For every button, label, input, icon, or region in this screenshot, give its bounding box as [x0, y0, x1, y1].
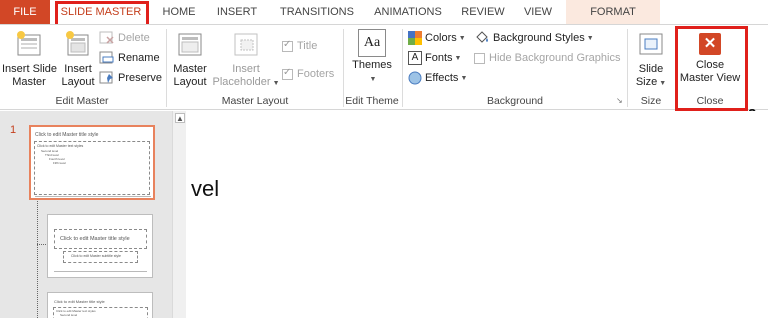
- group-label-size: Size: [640, 95, 662, 107]
- chevron-down-icon: ▼: [659, 80, 667, 87]
- preserve-button[interactable]: Preserve: [99, 69, 162, 87]
- powerpoint-window: FILE SLIDE MASTER HOME INSERT TRANSITION…: [0, 0, 768, 318]
- footers-checkbox[interactable]: Footers: [282, 65, 334, 83]
- layout-thumbnail[interactable]: Click to edit Master title style Click t…: [47, 214, 153, 278]
- master-thumbnail-title: Click to edit Master title style: [35, 132, 99, 138]
- master-thumbnail-text: Click to edit Master text styles: [37, 144, 84, 148]
- background-styles-button[interactable]: Background Styles ▼: [474, 29, 594, 47]
- tab-animations[interactable]: ANIMATIONS: [367, 0, 449, 24]
- hide-background-graphics-label: Hide Background Graphics: [489, 52, 621, 64]
- master-layout-label-2: Layout: [173, 76, 207, 88]
- layout-thumbnail-subtitle: Click to edit Master subtitle style: [71, 254, 121, 258]
- group-separator: [402, 29, 403, 107]
- fonts-icon: A: [408, 51, 422, 65]
- insert-layout-button[interactable]: Insert Layout: [60, 29, 96, 89]
- master-layout-label-1: Master: [173, 63, 207, 75]
- rename-label: Rename: [118, 52, 160, 64]
- chevron-down-icon: ▼: [586, 34, 594, 42]
- scroll-up-arrow-icon[interactable]: ▲: [175, 113, 185, 123]
- group-label-master-layout: Master Layout: [221, 95, 289, 107]
- insert-placeholder-icon: [234, 33, 258, 56]
- master-thumbnail-footer: [35, 196, 151, 197]
- dialog-launcher-icon[interactable]: ↘: [616, 96, 623, 105]
- effects-icon: [408, 71, 422, 85]
- background-styles-label: Background Styles: [493, 32, 585, 44]
- themes-button[interactable]: Aa Themes ▼: [347, 29, 397, 86]
- thumbnail-scrollbar[interactable]: ▲: [172, 111, 186, 318]
- tab-format[interactable]: FORMAT: [566, 0, 660, 24]
- effects-label: Effects: [425, 72, 459, 84]
- paint-bucket-icon: [476, 31, 488, 43]
- tab-review[interactable]: REVIEW: [457, 0, 509, 24]
- slide-size-button[interactable]: Slide Size ▼: [630, 29, 672, 90]
- group-label-background: Background: [486, 95, 544, 107]
- master-layout-icon: [178, 33, 202, 56]
- slide-number: 1: [10, 124, 17, 136]
- layout-thumbnail-level-2: Second level: [60, 313, 78, 317]
- chevron-down-icon: ▼: [272, 80, 280, 87]
- rename-icon: [99, 51, 114, 64]
- delete-button[interactable]: Delete: [99, 29, 150, 47]
- preserve-label: Preserve: [118, 72, 163, 84]
- layout-connector-branch: [37, 244, 46, 245]
- colors-palette-icon: [408, 31, 422, 45]
- tab-view[interactable]: VIEW: [518, 0, 558, 24]
- tab-insert[interactable]: INSERT: [210, 0, 264, 24]
- preserve-pin-icon: [99, 71, 113, 84]
- callout-box-close-master-view: [675, 26, 748, 111]
- layout-thumbnail-title: Click to edit Master title style: [60, 236, 130, 242]
- insert-slide-master-label-2: Master: [12, 76, 46, 88]
- chevron-down-icon: ▼: [460, 74, 468, 82]
- insert-layout-label-2: Layout: [61, 76, 95, 88]
- insert-slide-master-label-1: Insert Slide: [2, 63, 58, 75]
- slide-size-label-1: Slide: [638, 63, 664, 75]
- footers-check-icon: [282, 67, 293, 80]
- layout-thumbnail-title: Click to edit Master title style: [54, 299, 105, 304]
- effects-button[interactable]: Effects ▼: [408, 69, 467, 87]
- tab-home[interactable]: HOME: [156, 0, 202, 24]
- insert-placeholder-label-1: Insert: [232, 63, 260, 75]
- themes-label: Themes: [352, 59, 392, 71]
- insert-slide-master-button[interactable]: Insert Slide Master: [2, 29, 58, 89]
- title-check-icon: [282, 39, 293, 52]
- insert-placeholder-label-2: Placeholder: [212, 76, 271, 88]
- layout-connector: [37, 201, 38, 318]
- title-checkbox-label: Title: [297, 40, 318, 52]
- colors-label: Colors: [425, 32, 457, 44]
- slide-size-icon: [639, 33, 663, 55]
- footers-checkbox-label: Footers: [297, 68, 335, 80]
- slide-thumbnail-pane: 1 Click to edit Master title style Click…: [0, 111, 172, 318]
- rename-button[interactable]: Rename: [99, 49, 160, 67]
- fonts-label: Fonts: [425, 52, 453, 64]
- delete-label: Delete: [118, 32, 150, 44]
- insert-slide-master-icon: [17, 31, 41, 56]
- themes-icon: Aa: [358, 29, 386, 57]
- title-checkbox[interactable]: Title: [282, 37, 317, 55]
- chevron-down-icon: ▼: [458, 34, 466, 42]
- chevron-down-icon: ▼: [454, 54, 462, 62]
- group-label-edit-master: Edit Master: [55, 95, 109, 107]
- tab-transitions[interactable]: TRANSITIONS: [276, 0, 358, 24]
- layout-thumbnail[interactable]: Click to edit Master title style Click t…: [47, 292, 153, 318]
- slide-size-label-2: Size: [635, 76, 658, 88]
- insert-layout-icon: [66, 31, 89, 56]
- slide-editor[interactable]: [187, 111, 768, 318]
- colors-button[interactable]: Colors ▼: [408, 29, 466, 47]
- master-thumbnail-level-5: Fifth level: [53, 161, 66, 165]
- master-layout-button[interactable]: Master Layout: [170, 29, 210, 89]
- group-separator: [166, 29, 167, 107]
- slide-body-text[interactable]: vel: [191, 176, 219, 202]
- hide-background-check-icon: [474, 52, 485, 64]
- group-label-edit-theme: Edit Theme: [345, 95, 399, 107]
- insert-placeholder-button[interactable]: Insert Placeholder ▼: [212, 29, 280, 90]
- insert-layout-label-1: Insert: [64, 63, 92, 75]
- tab-file[interactable]: FILE: [0, 0, 50, 24]
- delete-slide-icon: [99, 31, 114, 44]
- ribbon: Insert Slide Master Insert Layout Delete…: [0, 24, 768, 110]
- hide-background-graphics-checkbox[interactable]: Hide Background Graphics: [474, 49, 620, 67]
- fonts-button[interactable]: A Fonts ▼: [408, 49, 461, 67]
- layout-thumbnail-footer: [54, 271, 147, 272]
- slide-master-thumbnail[interactable]: Click to edit Master title style Click t…: [29, 125, 155, 200]
- chevron-down-icon: ▼: [369, 76, 377, 83]
